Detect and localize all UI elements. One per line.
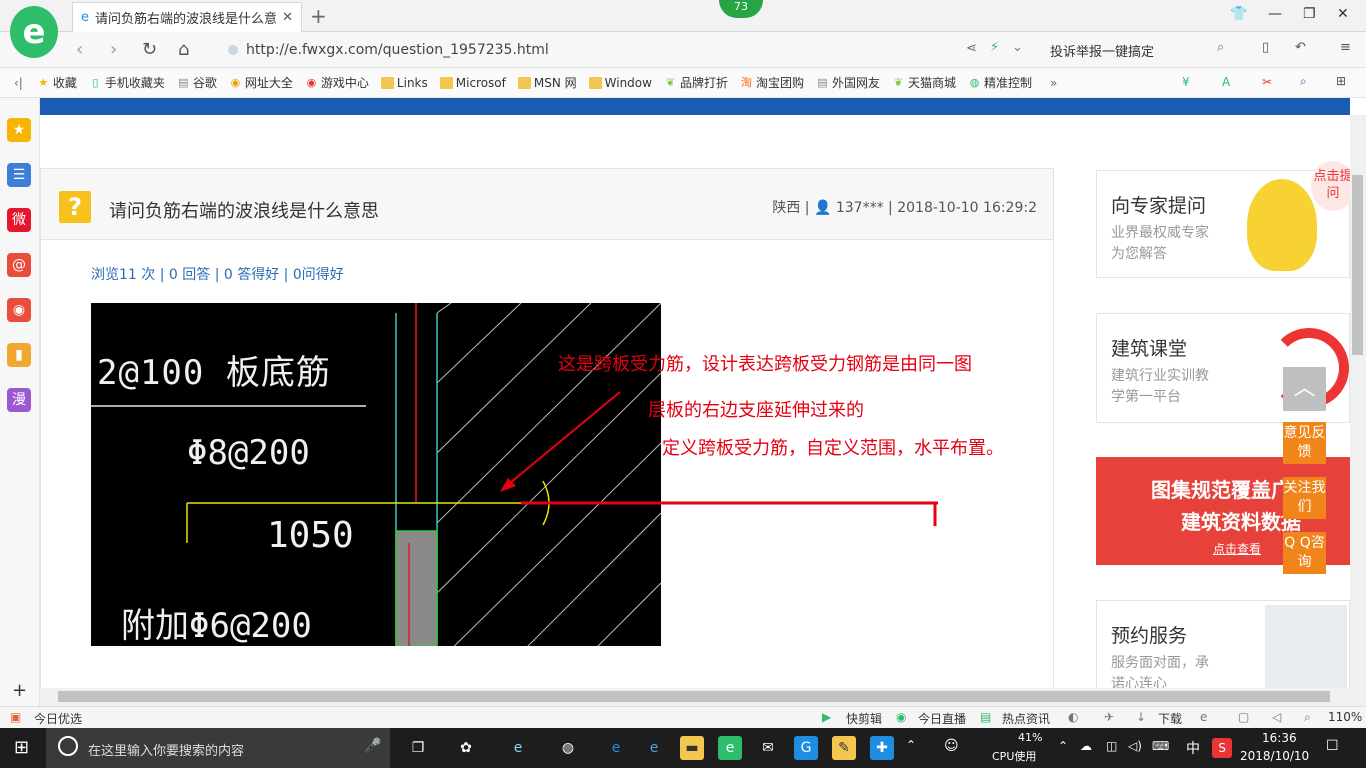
clock-date[interactable]: 2018/10/10 [1240, 749, 1309, 763]
vertical-scroll-thumb[interactable] [1352, 175, 1363, 355]
ime-indicator[interactable]: 中 [1186, 738, 1200, 758]
ask-expert-badge[interactable]: 点击提问 [1311, 161, 1355, 211]
pin-icon[interactable]: ✈ [1104, 710, 1114, 724]
course-sub2: 学第一平台 [1111, 389, 1181, 405]
clip-icon: ▶ [822, 710, 832, 724]
ie-icon[interactable]: e [642, 736, 666, 760]
windows-start-icon[interactable]: ⊞ [14, 737, 29, 758]
task-view-icon[interactable]: ❐ [406, 736, 430, 760]
taskbar: ⊞ 在这里输入你要搜索的内容 🎤 ❐ ✿ e ◍ e e ▬ e ✉ G ✎ ✚… [0, 728, 1366, 768]
chrome-app-icon[interactable]: ◍ [556, 736, 580, 760]
mail-icon[interactable]: ✉ [756, 736, 780, 760]
gift-icon: ▣ [10, 710, 22, 724]
tray-chevron-icon[interactable]: ⌃ [1058, 739, 1068, 753]
qq-consult-button[interactable]: Q Q咨询 [1283, 532, 1326, 574]
fan-app-icon[interactable]: ✿ [454, 736, 478, 760]
status-item-2[interactable]: 今日直播 [918, 710, 966, 727]
back-to-top-button[interactable]: ︿ [1283, 367, 1326, 411]
explorer-icon[interactable]: ▬ [680, 736, 704, 760]
expert-mascot-icon [1247, 179, 1317, 271]
annotation-line-1: 这是跨板受力筋，设计表达跨板受力钢筋是由同一图 [558, 354, 972, 375]
promo-link[interactable]: 点击查看 [1213, 540, 1261, 557]
edge-icon[interactable]: e [604, 736, 628, 760]
ask-expert-sub1: 业界最权威专家 [1111, 225, 1209, 241]
more-apps-chevron-icon[interactable]: ⌃ [906, 738, 916, 752]
promo-line-1: 图集规范覆盖广 [1151, 478, 1291, 502]
g-app-icon[interactable]: G [794, 736, 818, 760]
service-card[interactable]: 预约服务 服务面对面，承 诺心连心 [1096, 600, 1350, 692]
sound-icon[interactable]: ◁ [1272, 710, 1281, 724]
status-bar: ▣ 今日优选 ▶ 快剪辑 ◉ 今日直播 ▤ 热点资讯 ◐ ✈ ↓ 下载 e ▢ … [0, 706, 1366, 728]
notification-center-icon[interactable]: ☐ [1326, 738, 1339, 754]
microphone-icon[interactable]: 🎤 [364, 738, 381, 754]
horizontal-scrollbar[interactable] [40, 688, 1350, 706]
sogou-icon[interactable]: S [1212, 738, 1232, 758]
zoom-level[interactable]: 110% [1328, 710, 1362, 724]
horizontal-scroll-thumb[interactable] [58, 691, 1330, 702]
cpu-percent: 41% [1018, 731, 1043, 744]
edge-legacy-icon[interactable]: e [506, 736, 530, 760]
news-icon: ▤ [980, 710, 992, 724]
taskbar-search[interactable]: 在这里输入你要搜索的内容 🎤 [46, 728, 390, 768]
plus-app-icon[interactable]: ✚ [870, 736, 894, 760]
people-icon[interactable]: ☺ [944, 738, 959, 754]
notes-icon[interactable]: ✎ [832, 736, 856, 760]
volume-icon[interactable]: ◁) [1128, 739, 1142, 753]
service-photo [1265, 605, 1347, 689]
ask-expert-title: 向专家提问 [1111, 195, 1207, 217]
annotation-line-2: 层板的右边支座延伸过来的 [648, 400, 864, 421]
network-icon[interactable]: ◫ [1106, 739, 1117, 753]
cortana-icon [58, 736, 78, 756]
status-item-4[interactable]: 下载 [1158, 710, 1182, 727]
keyboard-icon[interactable]: ⌨ [1152, 739, 1169, 753]
live-icon: ◉ [896, 710, 907, 724]
search-placeholder: 在这里输入你要搜索的内容 [88, 744, 245, 759]
ask-expert-card[interactable]: 向专家提问 业界最权威专家 为您解答 点击提问 [1096, 161, 1355, 278]
speed-icon[interactable]: ◐ [1068, 710, 1078, 724]
status-item-1[interactable]: 快剪辑 [846, 710, 882, 727]
cpu-label: CPU使用 [992, 750, 1037, 763]
course-title: 建筑课堂 [1111, 338, 1188, 360]
ie-mode-icon[interactable]: e [1200, 710, 1207, 724]
annotation-line-3: 定义跨板受力筋，自定义范围，水平布置。 [662, 438, 1004, 459]
feedback-button[interactable]: 意见反馈 [1283, 422, 1326, 464]
browser-taskbar-icon[interactable]: e [718, 736, 742, 760]
status-item-3[interactable]: 热点资讯 [1002, 710, 1050, 727]
service-sub1: 服务面对面，承 [1111, 655, 1209, 671]
follow-us-button[interactable]: 关注我们 [1283, 477, 1326, 519]
window-icon[interactable]: ▢ [1238, 710, 1249, 724]
course-sub1: 建筑行业实训教 [1111, 368, 1209, 384]
vertical-scrollbar[interactable] [1350, 115, 1366, 706]
cloud-icon[interactable]: ☁ [1080, 739, 1092, 753]
daily-pick-link[interactable]: 今日优选 [34, 710, 82, 727]
zoom-icon: ⌕ [1304, 710, 1311, 724]
service-title: 预约服务 [1111, 625, 1188, 647]
download-icon: ↓ [1136, 710, 1147, 724]
ask-expert-sub2: 为您解答 [1111, 246, 1167, 262]
clock-time[interactable]: 16:36 [1262, 731, 1297, 745]
browser-logo[interactable]: e [10, 6, 58, 58]
